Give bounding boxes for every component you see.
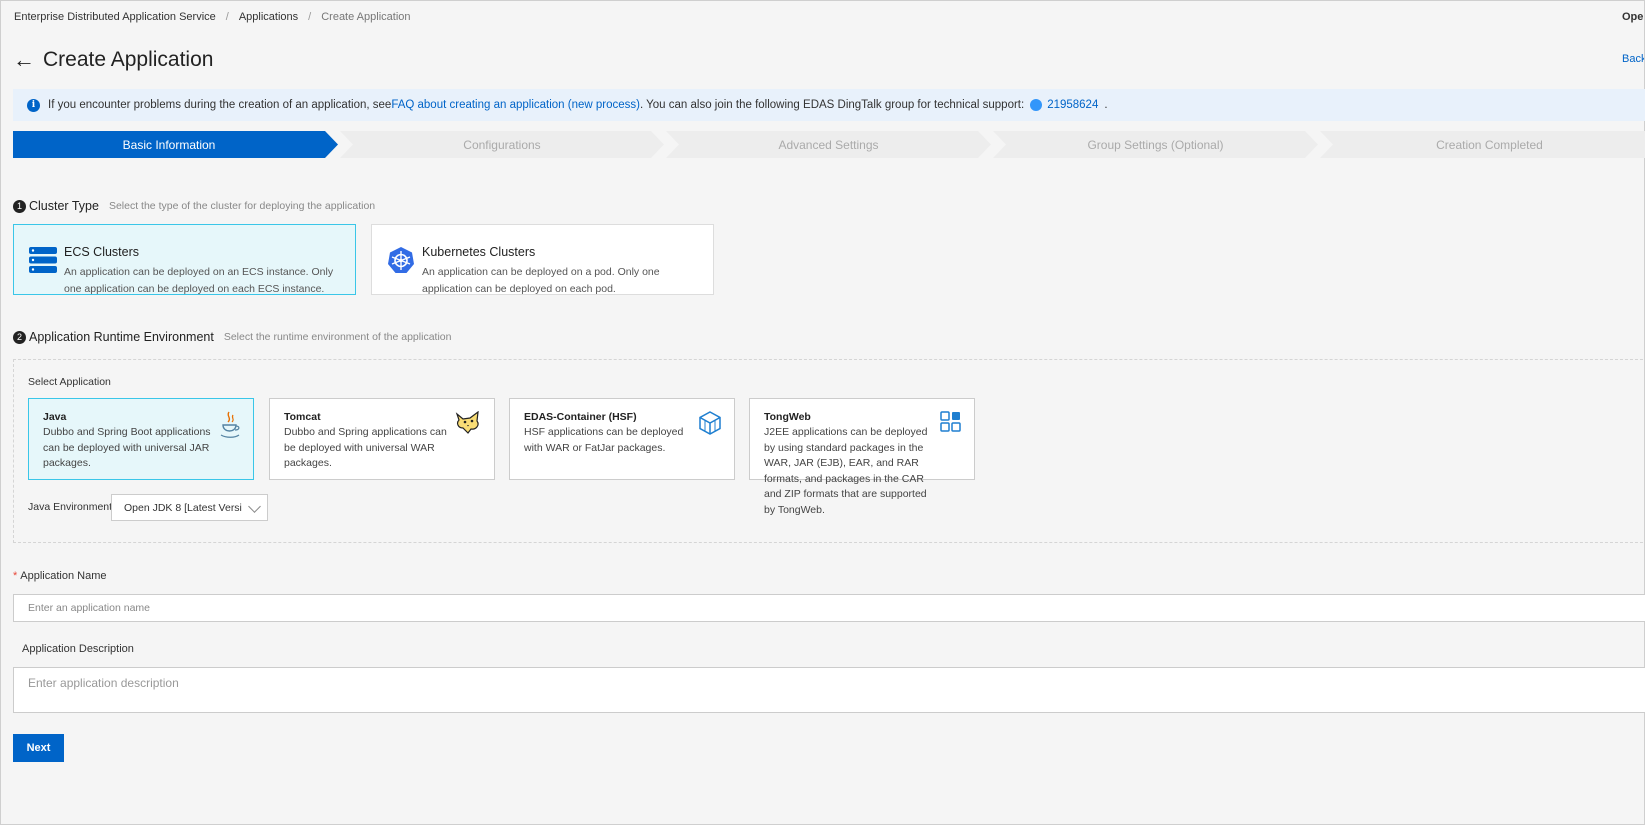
step-label: Creation Completed <box>1436 137 1543 152</box>
breadcrumb-item-applications[interactable]: Applications <box>239 11 298 23</box>
select-application-label: Select Application <box>28 376 111 388</box>
breadcrumb: Enterprise Distributed Application Servi… <box>14 11 411 23</box>
java-icon <box>220 411 240 438</box>
step-configurations: Configurations <box>353 131 651 158</box>
notice-text-after: . You can also join the following EDAS D… <box>639 99 1025 111</box>
runtime-environment-heading: 2 Application Runtime Environment Select… <box>13 330 451 344</box>
app-description: Dubbo and Spring applications can be dep… <box>284 426 447 469</box>
chevron-down-icon <box>248 500 261 513</box>
section-title: Application Runtime Environment <box>29 330 214 344</box>
ecs-cluster-card[interactable]: ECS Clusters An application can be deplo… <box>13 224 356 295</box>
app-name: Tomcat <box>284 411 321 423</box>
step-advanced-settings: Advanced Settings <box>679 131 978 158</box>
notice-text-before: If you encounter problems during the cre… <box>48 99 392 111</box>
java-environment-value: Open JDK 8 [Latest Versio <box>124 502 242 514</box>
info-icon: i <box>27 98 40 112</box>
step-label: Basic Information <box>122 137 216 152</box>
step-number-badge: 2 <box>13 330 26 344</box>
application-name-label: * Application Name <box>13 570 107 582</box>
step-number-badge: 1 <box>13 199 26 213</box>
back-arrow-icon[interactable]: ← <box>13 47 35 73</box>
step-progress: Basic Information Configurations Advance… <box>13 131 1645 158</box>
app-name: Java <box>43 411 67 423</box>
app-description: Dubbo and Spring Boot applications can b… <box>43 426 211 469</box>
cluster-type-heading: 1 Cluster Type Select the type of the cl… <box>13 199 375 213</box>
step-label: Group Settings (Optional) <box>1087 137 1224 152</box>
java-environment-label: Java Environment <box>28 501 113 513</box>
cluster-name: Kubernetes Clusters <box>422 245 536 259</box>
step-creation-completed: Creation Completed <box>1333 131 1645 158</box>
section-hint: Select the type of the cluster for deplo… <box>108 200 376 212</box>
container-cube-icon <box>699 411 721 435</box>
breadcrumb-separator: / <box>225 11 229 23</box>
cluster-description: An application can be deployed on a pod.… <box>422 266 660 295</box>
app-card-edas-container[interactable]: EDAS-Container (HSF) HSF applications ca… <box>509 398 735 480</box>
app-card-java[interactable]: Java Dubbo and Spring Boot applications … <box>28 398 254 480</box>
step-label: Configurations <box>463 137 541 152</box>
application-description-textarea[interactable] <box>13 667 1645 713</box>
top-right-link[interactable]: Ope <box>1622 11 1644 23</box>
java-environment-select[interactable]: Open JDK 8 [Latest Versio <box>111 494 268 521</box>
grid-apps-icon <box>940 411 961 432</box>
tomcat-icon <box>455 411 479 434</box>
step-label: Advanced Settings <box>778 137 879 152</box>
dingtalk-icon <box>1030 99 1043 111</box>
dingtalk-group-link[interactable]: 21958624 <box>1047 99 1098 111</box>
notice-end: . <box>1104 99 1108 111</box>
next-button[interactable]: Next <box>13 734 64 762</box>
step-group-settings: Group Settings (Optional) <box>1006 131 1305 158</box>
application-name-input[interactable] <box>13 594 1645 622</box>
application-name-label-text: Application Name <box>20 570 107 582</box>
kubernetes-icon <box>388 247 414 273</box>
app-description: HSF applications can be deployed with WA… <box>524 426 684 454</box>
app-name: TongWeb <box>764 411 811 423</box>
info-notice: i If you encounter problems during the c… <box>13 89 1645 121</box>
step-basic-information: Basic Information <box>13 131 325 158</box>
breadcrumb-separator: / <box>308 11 312 23</box>
back-link[interactable]: Back <box>1622 53 1644 65</box>
app-description: J2EE applications can be deployed by usi… <box>764 426 928 516</box>
required-mark: * <box>13 570 18 582</box>
faq-link[interactable]: FAQ about creating an application (new p… <box>391 99 640 111</box>
section-hint: Select the runtime environment of the ap… <box>223 331 452 343</box>
app-card-tongweb[interactable]: TongWeb J2EE applications can be deploye… <box>749 398 975 516</box>
kubernetes-cluster-card[interactable]: Kubernetes Clusters An application can b… <box>371 224 714 295</box>
page-title: Create Application <box>43 48 214 71</box>
app-name: EDAS-Container (HSF) <box>524 411 637 423</box>
section-title: Cluster Type <box>29 199 99 213</box>
title-row: ← Create Application <box>13 47 213 73</box>
breadcrumb-item-edas[interactable]: Enterprise Distributed Application Servi… <box>14 11 216 23</box>
application-description-label: Application Description <box>22 643 134 655</box>
server-stack-icon <box>29 247 57 273</box>
app-card-tomcat[interactable]: Tomcat Dubbo and Spring applications can… <box>269 398 495 480</box>
breadcrumb-item-current: Create Application <box>321 11 411 23</box>
cluster-name: ECS Clusters <box>64 245 140 259</box>
cluster-description: An application can be deployed on an ECS… <box>64 266 334 295</box>
